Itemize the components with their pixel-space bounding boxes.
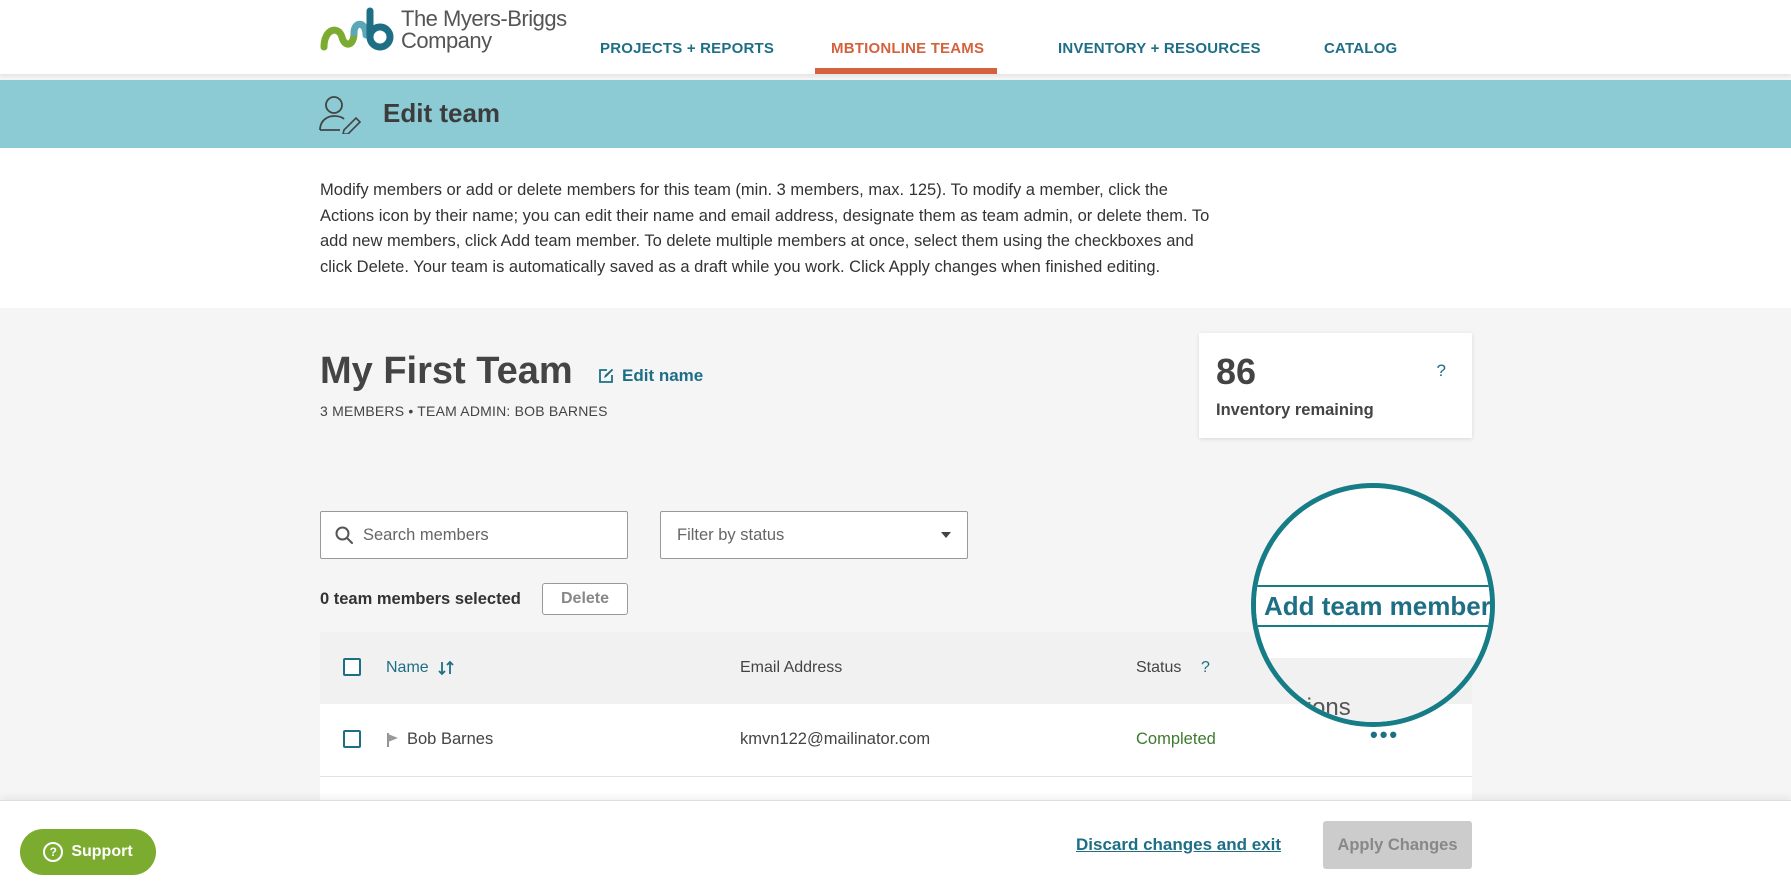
more-actions-icon[interactable]: •••	[1370, 724, 1399, 746]
inventory-count: 86	[1216, 351, 1257, 392]
intro-text: Modify members or add or delete members …	[320, 181, 1210, 277]
sort-icon	[438, 660, 454, 676]
member-status: Completed	[1136, 730, 1216, 748]
search-icon	[335, 526, 353, 544]
name-column-header[interactable]: Name	[386, 659, 455, 677]
edit-user-icon	[319, 96, 362, 134]
inventory-label: Inventory remaining	[1216, 401, 1374, 419]
filter-placeholder: Filter by status	[677, 525, 785, 544]
delete-button[interactable]: Delete	[542, 583, 628, 615]
nav-projects-reports[interactable]: PROJECTS + REPORTS	[600, 40, 774, 57]
page-title: Edit team	[383, 98, 501, 128]
select-all-checkbox[interactable]	[343, 658, 361, 676]
edit-icon	[599, 368, 614, 383]
team-meta: 3 MEMBERS • TEAM ADMIN: BOB BARNES	[320, 403, 608, 419]
member-name-cell: Bob Barnes	[386, 730, 493, 749]
logo-line-2: Company	[401, 28, 492, 53]
company-logo[interactable]: The Myers-Briggs Company	[320, 7, 567, 53]
flag-icon	[387, 732, 398, 747]
inventory-card: 86 Inventory remaining ?	[1199, 333, 1472, 438]
support-button[interactable]: ? Support	[20, 829, 156, 875]
add-team-member-button[interactable]: Add team member	[1264, 591, 1490, 622]
status-column-header: Status	[1136, 659, 1182, 676]
nav-mbtionline-teams[interactable]: MBTIONLINE TEAMS	[831, 40, 984, 57]
search-box[interactable]	[320, 511, 628, 559]
mb-logo-icon	[320, 7, 394, 51]
top-header: The Myers-Briggs Company PROJECTS + REPO…	[0, 0, 1791, 74]
logo-text: The Myers-Briggs Company	[401, 8, 567, 52]
logo-line-1: The Myers-Briggs	[401, 6, 567, 31]
page-banner: Edit team	[0, 80, 1791, 148]
chevron-down-icon	[941, 532, 951, 538]
status-filter-select[interactable]: Filter by status	[660, 511, 968, 559]
inventory-help-icon[interactable]: ?	[1437, 361, 1446, 381]
actions-column-header: tions	[1300, 694, 1351, 721]
intro-section: Modify members or add or delete members …	[0, 148, 1791, 308]
magnifier-highlight: Add team member tions	[1251, 483, 1495, 727]
support-label: Support	[71, 843, 133, 860]
search-input[interactable]	[363, 525, 613, 545]
email-column-header: Email Address	[740, 659, 843, 676]
apply-changes-button[interactable]: Apply Changes	[1323, 821, 1472, 869]
team-name: My First Team	[320, 350, 573, 392]
discard-changes-link[interactable]: Discard changes and exit	[1076, 835, 1281, 855]
edit-name-button[interactable]: Edit name	[598, 366, 703, 386]
nav-catalog[interactable]: CATALOG	[1324, 40, 1397, 57]
footer-bar: ? Support Discard changes and exit Apply…	[0, 800, 1791, 885]
row-checkbox[interactable]	[343, 730, 361, 748]
member-name: Bob Barnes	[407, 730, 494, 748]
nav-inventory-resources[interactable]: INVENTORY + RESOURCES	[1058, 40, 1261, 57]
selected-count: 0 team members selected	[320, 590, 521, 608]
status-help-icon[interactable]: ?	[1201, 659, 1210, 677]
magnifier-table-header	[1256, 658, 1490, 722]
member-email: kmvn122@mailinator.com	[740, 730, 931, 748]
active-nav-indicator	[815, 68, 997, 74]
name-header-label: Name	[386, 659, 429, 676]
help-circle-icon: ?	[43, 842, 64, 862]
edit-name-label: Edit name	[622, 366, 704, 385]
